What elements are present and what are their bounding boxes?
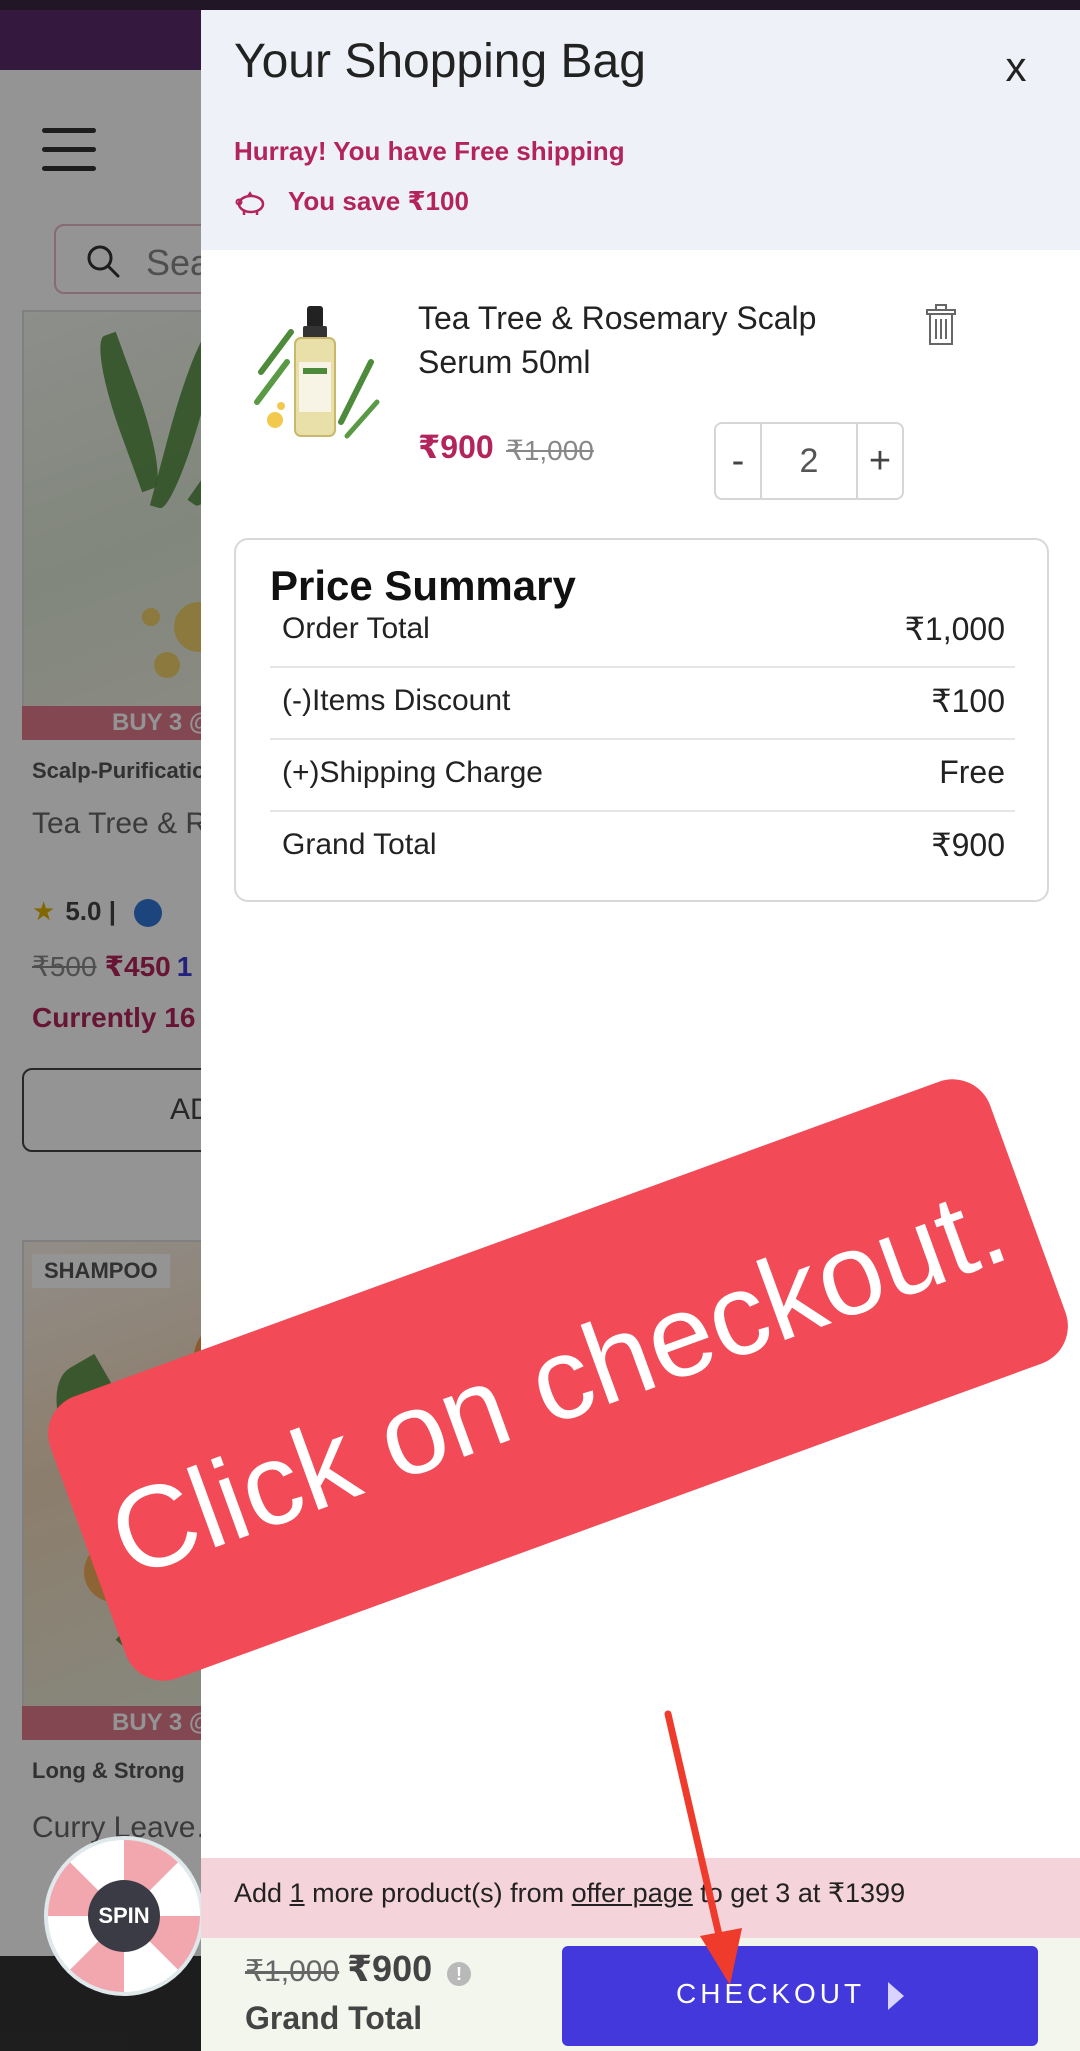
summary-value: ₹100 [931, 683, 1005, 719]
summary-value: ₹1,000 [904, 611, 1005, 647]
summary-label: (-)Items Discount [282, 684, 511, 717]
increase-quantity-button[interactable]: + [856, 424, 902, 498]
shopping-bag-drawer: Your Shopping Bag x Hurray! You have Fre… [201, 10, 1080, 2051]
price-summary: Price Summary Order Total ₹1,000 (-)Item… [234, 538, 1049, 902]
info-icon[interactable]: ! [447, 1962, 471, 1986]
close-button[interactable]: x [989, 40, 1043, 94]
decrease-quantity-button[interactable]: - [716, 424, 762, 498]
cart-item-name[interactable]: Tea Tree & Rosemary Scalp Serum 50ml [418, 296, 878, 384]
summary-value: ₹900 [931, 827, 1005, 863]
savings-message: You save ₹100 [288, 186, 469, 216]
footer-grand-total-label: Grand Total [245, 2000, 423, 2036]
quantity-stepper: - 2 + [714, 422, 904, 500]
summary-row-grand-total: Grand Total ₹900 [270, 812, 1015, 884]
play-icon [888, 1982, 904, 2010]
offer-bar: Add 1 more product(s) from offer page to… [201, 1858, 1080, 1938]
spin-label: SPIN [88, 1880, 160, 1952]
drawer-header: Your Shopping Bag x Hurray! You have Fre… [201, 10, 1080, 250]
cart-item-price: ₹900 [418, 429, 494, 465]
checkout-button[interactable]: CHECKOUT [562, 1946, 1038, 2046]
cart-item-mrp: ₹1,000 [506, 435, 594, 466]
cart-footer: ₹1,000 ₹900 ! Grand Total CHECKOUT [201, 1938, 1080, 2051]
summary-row-items-discount: (-)Items Discount ₹100 [270, 668, 1015, 740]
spin-wheel-button[interactable]: SPIN [44, 1836, 204, 1996]
checkout-label: CHECKOUT [676, 1978, 866, 2009]
summary-row-order-total: Order Total ₹1,000 [270, 596, 1015, 668]
summary-label: (+)Shipping Charge [282, 756, 543, 789]
summary-label: Order Total [282, 612, 430, 645]
offer-count: 1 [289, 1878, 305, 1908]
offer-message: Add 1 more product(s) from offer page to… [234, 1878, 906, 1908]
summary-value: Free [939, 754, 1005, 790]
drawer-title: Your Shopping Bag [234, 35, 646, 88]
summary-label: Grand Total [282, 828, 437, 861]
piggy-bank-icon [235, 191, 265, 215]
free-shipping-message: Hurray! You have Free shipping [234, 136, 625, 166]
product-thumbnail[interactable] [251, 302, 381, 444]
footer-price: ₹900 [347, 1948, 433, 1989]
cart-item: Tea Tree & Rosemary Scalp Serum 50ml ₹90… [201, 270, 1080, 520]
offer-page-link[interactable]: offer page [572, 1878, 693, 1908]
delete-icon[interactable] [923, 304, 959, 346]
summary-row-shipping-charge: (+)Shipping Charge Free [270, 740, 1015, 812]
footer-mrp: ₹1,000 [245, 1955, 340, 1988]
quantity-value[interactable]: 2 [762, 424, 856, 498]
